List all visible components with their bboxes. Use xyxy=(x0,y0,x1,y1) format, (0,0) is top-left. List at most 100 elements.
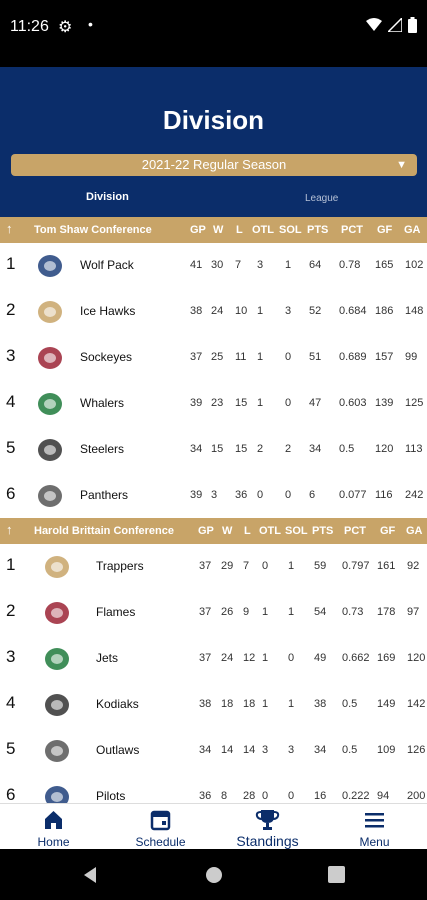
stat-otl: 1 xyxy=(257,397,264,409)
team-name[interactable]: Steelers xyxy=(80,442,124,456)
team-logo-icon xyxy=(45,602,69,624)
stat-gf: 120 xyxy=(375,443,394,455)
stat-gf: 109 xyxy=(377,744,396,756)
settings-icon: ⚙ xyxy=(58,19,73,36)
system-nav-bar xyxy=(0,849,427,900)
trophy-icon xyxy=(255,810,280,830)
stat-gp: 39 xyxy=(190,489,203,501)
column-header[interactable]: OTL xyxy=(259,525,281,537)
stat-otl: 3 xyxy=(257,259,264,271)
team-name[interactable]: Wolf Pack xyxy=(80,258,134,272)
tab-division[interactable]: Division xyxy=(86,191,129,203)
stat-gf: 178 xyxy=(377,606,396,618)
team-rank: 4 xyxy=(6,392,16,411)
back-icon[interactable] xyxy=(82,866,98,884)
recents-icon[interactable] xyxy=(328,866,345,883)
home-circle-icon[interactable] xyxy=(205,866,223,884)
column-header[interactable]: OTL xyxy=(252,224,274,236)
column-header[interactable]: GF xyxy=(380,525,395,537)
team-rank: 6 xyxy=(6,785,16,804)
team-name[interactable]: Sockeyes xyxy=(80,350,132,364)
table-row[interactable]: 5 Steelers 34 15 15 2 2 34 0.5 120 113 xyxy=(0,427,427,473)
team-logo-icon xyxy=(38,301,62,323)
stat-w: 3 xyxy=(211,489,218,501)
column-header[interactable]: PCT xyxy=(341,224,363,236)
table-row[interactable]: 5 Outlaws 34 14 14 3 3 34 0.5 109 126 xyxy=(0,728,427,774)
table-row[interactable]: 3 Jets 37 24 12 1 0 49 0.662 169 120 xyxy=(0,636,427,682)
column-header[interactable]: W xyxy=(222,525,232,537)
stat-l: 36 xyxy=(235,489,248,501)
team-logo-icon xyxy=(45,648,69,670)
stat-gf: 139 xyxy=(375,397,394,409)
nav-schedule[interactable]: Schedule xyxy=(107,804,214,850)
conference-header[interactable]: ↑ Harold Brittain Conference GP W L OTL SOL PTS… xyxy=(0,518,427,544)
stat-pct: 0.5 xyxy=(342,698,358,710)
stat-w: 18 xyxy=(221,698,234,710)
team-logo-icon xyxy=(38,347,62,369)
team-name[interactable]: Jets xyxy=(96,651,118,665)
column-header[interactable]: GA xyxy=(404,224,421,236)
column-header[interactable]: W xyxy=(213,224,223,236)
chevron-down-icon: ▼ xyxy=(396,159,407,171)
nav-standings[interactable]: Standings xyxy=(214,804,321,850)
table-row[interactable]: 2 Flames 37 26 9 1 1 54 0.73 178 97 xyxy=(0,590,427,636)
table-row[interactable]: 4 Kodiaks 38 18 18 1 1 38 0.5 149 142 xyxy=(0,682,427,728)
team-name[interactable]: Outlaws xyxy=(96,743,139,757)
column-header[interactable]: GA xyxy=(406,525,423,537)
column-header[interactable]: L xyxy=(244,525,251,537)
table-row[interactable]: 4 Whalers 39 23 15 1 0 47 0.603 139 125 xyxy=(0,381,427,427)
stat-ga: 242 xyxy=(405,489,424,501)
table-row[interactable]: 2 Ice Hawks 38 24 10 1 3 52 0.684 186 148 xyxy=(0,289,427,335)
stat-pct: 0.797 xyxy=(342,560,370,572)
season-selector[interactable]: 2021-22 Regular Season ▼ xyxy=(11,154,417,176)
stat-pct: 0.077 xyxy=(339,489,367,501)
column-header[interactable]: SOL xyxy=(285,525,308,537)
team-logo-icon xyxy=(45,740,69,762)
column-header[interactable]: PCT xyxy=(344,525,366,537)
stat-pts: 38 xyxy=(314,698,327,710)
team-logo-icon xyxy=(45,694,69,716)
team-rank: 3 xyxy=(6,346,16,365)
page-title: Division xyxy=(162,105,265,135)
conference-header[interactable]: ↑ Tom Shaw Conference GP W L OTL SOL PTS PCT GF GA xyxy=(0,217,427,243)
nav-home[interactable]: Home xyxy=(0,804,107,850)
stat-l: 18 xyxy=(243,698,256,710)
signal-icon xyxy=(388,18,402,32)
stat-sol: 2 xyxy=(285,443,292,455)
nav-menu[interactable]: Menu xyxy=(321,804,427,850)
column-header[interactable]: PTS xyxy=(312,525,333,537)
stat-l: 15 xyxy=(235,397,248,409)
column-header[interactable]: SOL xyxy=(279,224,302,236)
team-name[interactable]: Ice Hawks xyxy=(80,304,135,318)
team-name[interactable]: Pilots xyxy=(96,789,125,803)
stat-gp: 38 xyxy=(190,305,203,317)
stat-otl: 2 xyxy=(257,443,264,455)
column-header[interactable]: GP xyxy=(190,224,206,236)
stat-w: 8 xyxy=(221,790,228,802)
column-header[interactable]: PTS xyxy=(307,224,328,236)
stat-ga: 99 xyxy=(405,351,418,363)
stat-gf: 157 xyxy=(375,351,394,363)
stat-pts: 49 xyxy=(314,652,327,664)
stat-w: 23 xyxy=(211,397,224,409)
team-name[interactable]: Flames xyxy=(96,605,135,619)
table-row[interactable]: 3 Sockeyes 37 25 11 1 0 51 0.689 157 99 xyxy=(0,335,427,381)
team-logo-icon xyxy=(38,393,62,415)
stat-gf: 149 xyxy=(377,698,396,710)
table-row[interactable]: 1 Trappers 37 29 7 0 1 59 0.797 161 92 xyxy=(0,544,427,590)
team-name[interactable]: Trappers xyxy=(96,559,144,573)
column-header[interactable]: GP xyxy=(198,525,214,537)
table-row[interactable]: 6 Panthers 39 3 36 0 0 6 0.077 116 242 xyxy=(0,473,427,519)
stat-l: 10 xyxy=(235,305,248,317)
team-name[interactable]: Whalers xyxy=(80,396,124,410)
team-name[interactable]: Kodiaks xyxy=(96,697,139,711)
table-row[interactable]: 1 Wolf Pack 41 30 7 3 1 64 0.78 165 102 xyxy=(0,243,427,289)
team-name[interactable]: Panthers xyxy=(80,488,128,502)
tab-league[interactable]: League xyxy=(305,193,338,204)
column-header[interactable]: GF xyxy=(377,224,392,236)
column-header[interactable]: L xyxy=(236,224,243,236)
home-icon xyxy=(45,811,62,829)
stat-gp: 37 xyxy=(199,652,212,664)
status-icons xyxy=(366,17,417,33)
stat-pct: 0.603 xyxy=(339,397,367,409)
